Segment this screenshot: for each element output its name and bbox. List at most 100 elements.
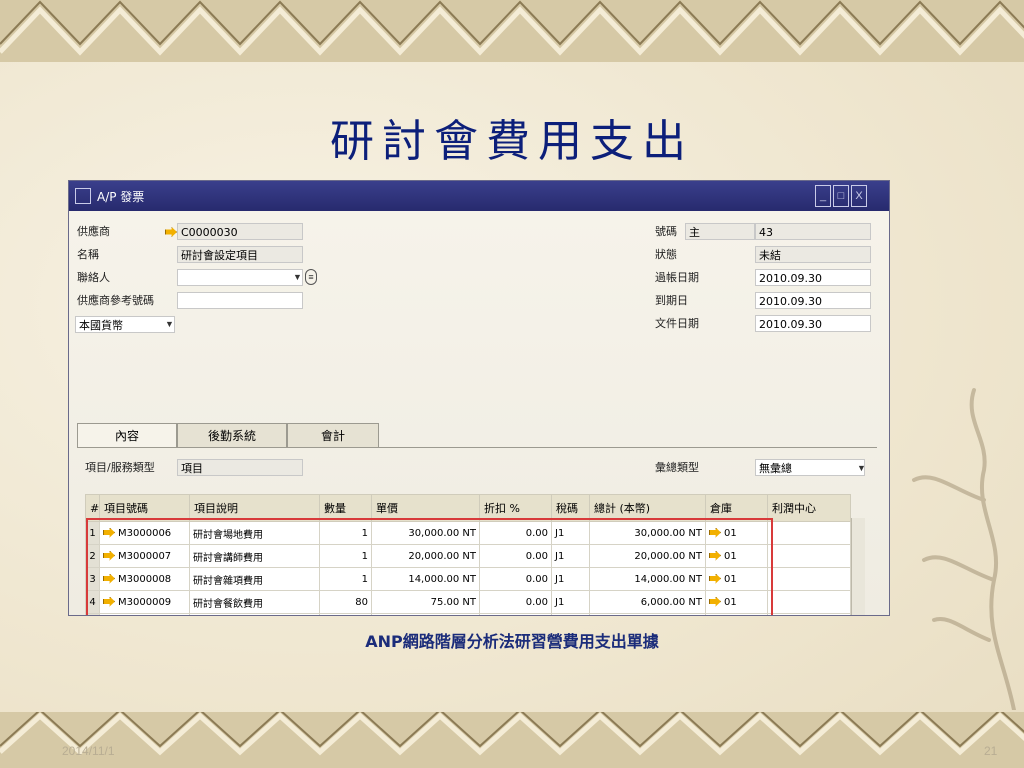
item-code-cell[interactable]: M3000008 [99, 567, 190, 591]
tab-accounting[interactable]: 會計 [287, 423, 379, 448]
row-number[interactable]: 4 [85, 590, 100, 614]
unit-price-cell[interactable]: 20,000.00 NT [371, 544, 480, 568]
warehouse-link-arrow-icon[interactable] [709, 550, 721, 561]
table-row-empty[interactable] [85, 613, 851, 615]
status-field[interactable]: 未結 [755, 246, 871, 263]
warehouse-cell[interactable]: 01 [705, 590, 768, 614]
col-header-item-code[interactable]: 項目號碼 [99, 494, 190, 522]
vendor-ref-field[interactable] [177, 292, 303, 309]
col-header-quantity[interactable]: 數量 [319, 494, 372, 522]
item-link-arrow-icon[interactable] [103, 550, 115, 561]
quantity-cell[interactable]: 1 [319, 544, 372, 568]
item-type-select[interactable]: 項目 [177, 459, 303, 476]
item-link-arrow-icon[interactable] [103, 527, 115, 538]
quantity-cell[interactable]: 1 [319, 521, 372, 545]
col-header-item-desc[interactable]: 項目說明 [189, 494, 320, 522]
col-header-tax-code[interactable]: 稅碼 [551, 494, 590, 522]
vendor-field[interactable]: C0000030 [177, 223, 303, 240]
item-desc-cell[interactable]: 研討會場地費用 [189, 521, 320, 545]
empty-cell[interactable] [767, 613, 851, 615]
tab-logistics[interactable]: 後勤系統 [177, 423, 287, 448]
warehouse-cell[interactable]: 01 [705, 544, 768, 568]
discount-cell[interactable]: 0.00 [479, 567, 552, 591]
item-desc-cell[interactable]: 研討會餐飲費用 [189, 590, 320, 614]
table-row[interactable]: 4 M3000009 研討會餐飲費用 80 75.00 NT 0.00 J1 6… [85, 590, 851, 614]
profit-center-cell[interactable] [767, 590, 851, 614]
currency-select[interactable]: 本國貨幣 [75, 316, 175, 333]
tax-code-cell[interactable]: J1 [551, 544, 590, 568]
contact-select[interactable] [177, 269, 303, 286]
decorative-bottom-band [0, 712, 1024, 768]
profit-center-cell[interactable] [767, 521, 851, 545]
row-number[interactable]: 2 [85, 544, 100, 568]
col-header-total[interactable]: 總計 (本幣) [589, 494, 706, 522]
summary-type-select[interactable]: 無彙總 [755, 459, 865, 476]
currency-dropdown-icon[interactable]: ▼ [165, 319, 174, 329]
empty-cell[interactable] [589, 613, 706, 615]
empty-cell[interactable] [189, 613, 320, 615]
item-desc-cell[interactable]: 研討會講師費用 [189, 544, 320, 568]
empty-cell[interactable] [371, 613, 480, 615]
tax-code-cell[interactable]: J1 [551, 567, 590, 591]
empty-cell[interactable] [705, 613, 768, 615]
quantity-cell[interactable]: 80 [319, 590, 372, 614]
slide-caption: ANP網路階層分析法研習營費用支出單據 [365, 632, 659, 651]
item-link-arrow-icon[interactable] [103, 573, 115, 584]
name-field[interactable]: 研討會設定項目 [177, 246, 303, 263]
warehouse-link-arrow-icon[interactable] [709, 573, 721, 584]
tax-code-cell[interactable]: J1 [551, 590, 590, 614]
profit-center-cell[interactable] [767, 567, 851, 591]
discount-cell[interactable]: 0.00 [479, 544, 552, 568]
col-header-unit-price[interactable]: 單價 [371, 494, 480, 522]
table-row[interactable]: 1 M3000006 研討會場地費用 1 30,000.00 NT 0.00 J… [85, 521, 851, 545]
col-header-row-number[interactable]: # [85, 494, 100, 522]
close-button[interactable]: X [851, 185, 867, 207]
total-cell[interactable]: 30,000.00 NT [589, 521, 706, 545]
item-code-cell[interactable]: M3000007 [99, 544, 190, 568]
number-series-select[interactable]: 主 [685, 223, 755, 240]
number-field[interactable]: 43 [755, 223, 871, 240]
profit-center-cell[interactable] [767, 544, 851, 568]
warehouse-cell[interactable]: 01 [705, 521, 768, 545]
document-date-field[interactable]: 2010.09.30 [755, 315, 871, 332]
discount-cell[interactable]: 0.00 [479, 590, 552, 614]
warehouse-cell[interactable]: 01 [705, 567, 768, 591]
col-header-discount[interactable]: 折扣 % [479, 494, 552, 522]
empty-cell[interactable] [479, 613, 552, 615]
tax-code-cell[interactable]: J1 [551, 521, 590, 545]
unit-price-cell[interactable]: 30,000.00 NT [371, 521, 480, 545]
table-row[interactable]: 3 M3000008 研討會雜項費用 1 14,000.00 NT 0.00 J… [85, 567, 851, 591]
table-vertical-scrollbar[interactable] [851, 518, 865, 615]
contact-detail-icon[interactable]: ≡ [305, 269, 317, 285]
summary-type-dropdown-icon[interactable]: ▼ [857, 463, 866, 473]
table-row[interactable]: 2 M3000007 研討會講師費用 1 20,000.00 NT 0.00 J… [85, 544, 851, 568]
quantity-cell[interactable]: 1 [319, 567, 372, 591]
empty-cell[interactable] [551, 613, 590, 615]
tab-contents[interactable]: 內容 [77, 423, 177, 448]
contact-dropdown-icon[interactable]: ▼ [293, 272, 302, 282]
warehouse-link-arrow-icon[interactable] [709, 527, 721, 538]
item-type-label: 項目/服務類型 [85, 461, 155, 474]
posting-date-field[interactable]: 2010.09.30 [755, 269, 871, 286]
unit-price-cell[interactable]: 14,000.00 NT [371, 567, 480, 591]
total-cell[interactable]: 20,000.00 NT [589, 544, 706, 568]
due-date-field[interactable]: 2010.09.30 [755, 292, 871, 309]
item-code-cell[interactable]: M3000006 [99, 521, 190, 545]
item-link-arrow-icon[interactable] [103, 596, 115, 607]
maximize-button[interactable]: □ [833, 185, 849, 207]
row-number[interactable] [85, 613, 100, 615]
col-header-profit-center[interactable]: 利潤中心 [767, 494, 851, 522]
total-cell[interactable]: 6,000.00 NT [589, 590, 706, 614]
empty-cell[interactable] [99, 613, 190, 615]
discount-cell[interactable]: 0.00 [479, 521, 552, 545]
empty-cell[interactable] [319, 613, 372, 615]
minimize-button[interactable]: _ [815, 185, 831, 207]
warehouse-link-arrow-icon[interactable] [709, 596, 721, 607]
row-number[interactable]: 1 [85, 521, 100, 545]
unit-price-cell[interactable]: 75.00 NT [371, 590, 480, 614]
item-desc-cell[interactable]: 研討會雜項費用 [189, 567, 320, 591]
col-header-warehouse[interactable]: 倉庫 [705, 494, 768, 522]
total-cell[interactable]: 14,000.00 NT [589, 567, 706, 591]
row-number[interactable]: 3 [85, 567, 100, 591]
item-code-cell[interactable]: M3000009 [99, 590, 190, 614]
